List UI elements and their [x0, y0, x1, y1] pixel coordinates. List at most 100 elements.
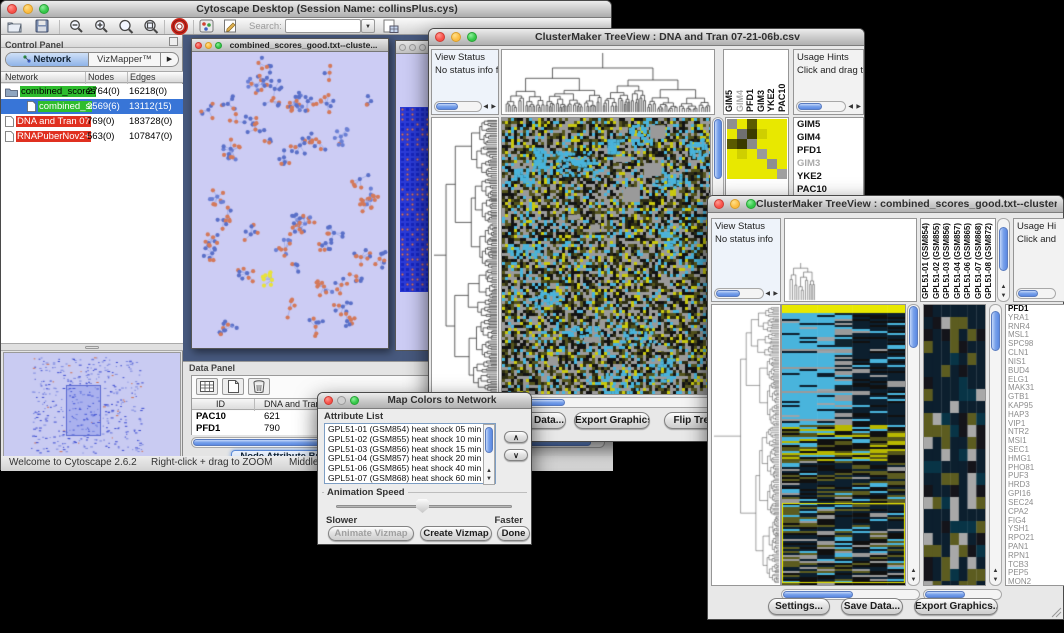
tv2-row-dendrogram[interactable] [711, 304, 781, 586]
tv2-zoom-panel[interactable] [923, 304, 986, 586]
gene-label[interactable]: MON2 [1006, 578, 1064, 586]
float-panel-icon[interactable] [169, 37, 178, 46]
scroll-left-icon[interactable]: ◀ [765, 290, 770, 298]
move-down-button[interactable]: ∨ [504, 449, 528, 461]
close-icon[interactable] [714, 199, 724, 209]
column-label[interactable]: GPL51-03 (GSM856) [942, 219, 953, 299]
attribute-list-item[interactable]: GPL51-07 (GSM868) heat shock 60 min [326, 474, 482, 484]
dense-network-canvas[interactable] [400, 107, 428, 292]
done-button[interactable]: Done [497, 526, 530, 541]
new-attribute-icon[interactable] [222, 378, 244, 395]
scroll-up-icon[interactable]: ▲ [1001, 283, 1007, 291]
tv2-hints-hscrollbar[interactable] [1016, 288, 1056, 299]
attribute-select-icon[interactable] [196, 378, 218, 395]
network-list-row[interactable]: RNAPuberNov2+563(0)107847(0) [1, 129, 183, 144]
export-graphics-button[interactable]: Export Graphics... [574, 412, 650, 429]
search-input[interactable] [285, 19, 361, 33]
column-label[interactable]: GPL51-07 (GSM868) [974, 219, 985, 299]
tv1-zoom-heatmap[interactable] [727, 119, 787, 179]
column-label[interactable]: YKE2 [766, 50, 777, 112]
close-icon[interactable] [435, 32, 445, 42]
minimize-icon[interactable] [730, 199, 740, 209]
column-label[interactable]: GIM4 [735, 50, 746, 112]
scroll-up-icon[interactable]: ▲ [993, 567, 999, 575]
tv1-heatmap[interactable] [501, 117, 711, 395]
scroll-down-icon[interactable]: ▼ [993, 576, 999, 584]
birdseye-view[interactable] [3, 352, 181, 458]
scroll-right-icon[interactable]: ▶ [491, 103, 496, 111]
window-controls[interactable] [7, 4, 49, 14]
scroll-left-icon[interactable]: ◀ [848, 103, 853, 111]
minimize-icon[interactable] [337, 396, 346, 405]
tv2-column-dendrogram[interactable] [784, 218, 917, 302]
zoom-window-icon[interactable] [746, 199, 756, 209]
minimize-icon[interactable] [409, 44, 416, 51]
panel-splitter[interactable] [1, 343, 183, 351]
search-dropdown-icon[interactable]: ▼ [361, 19, 375, 33]
close-icon[interactable] [324, 396, 333, 405]
column-label[interactable]: GPL51-08 (GSM872) [984, 219, 995, 299]
column-label[interactable]: GPL51-06 (GSM865) [963, 219, 974, 299]
row-label[interactable]: GIM5 [794, 118, 863, 131]
zoom-window-icon[interactable] [350, 396, 359, 405]
close-icon[interactable] [195, 42, 202, 49]
attribute-list-vscrollbar[interactable]: ▲▼ [483, 424, 495, 485]
row-label[interactable]: PFD1 [794, 144, 863, 157]
column-label[interactable]: GPL51-04 (GSM857) [953, 219, 964, 299]
scroll-down-icon[interactable]: ▼ [486, 475, 492, 483]
tv1-hints-hscrollbar[interactable] [796, 101, 846, 112]
minimize-icon[interactable] [451, 32, 461, 42]
move-up-button[interactable]: ∧ [504, 431, 528, 443]
network-list-row[interactable]: combined_scores_2764(0)16218(0) [1, 84, 183, 99]
row-label[interactable]: YKE2 [794, 170, 863, 183]
close-icon[interactable] [7, 4, 17, 14]
tab-overflow-icon[interactable]: ▶ [160, 53, 178, 66]
network-view-titlebar[interactable]: combined_scores_good.txt--cluste... [192, 39, 388, 52]
delete-attribute-icon[interactable] [248, 378, 270, 395]
dialog-titlebar[interactable]: Map Colors to Network [318, 393, 531, 409]
tv2-labels-vscrollbar[interactable]: ▲▼ [997, 218, 1010, 302]
settings-button[interactable]: Settings... [768, 598, 830, 615]
scroll-down-icon[interactable]: ▼ [1001, 292, 1007, 300]
animate-vizmap-button[interactable]: Animate Vizmap [328, 526, 414, 541]
column-label[interactable]: GPL51-02 (GSM855) [932, 219, 943, 299]
scroll-up-icon[interactable]: ▲ [911, 567, 917, 575]
close-icon[interactable] [399, 44, 406, 51]
speed-slider-thumb[interactable] [416, 499, 429, 513]
network-list-row[interactable]: combined_sco2569(6)13112(15) [1, 99, 183, 114]
column-label[interactable]: GIM5 [724, 50, 735, 112]
row-label[interactable]: GIM4 [794, 131, 863, 144]
zoom-window-icon[interactable] [467, 32, 477, 42]
tv2-heatmap[interactable] [781, 304, 906, 586]
resize-grip-icon[interactable] [1050, 606, 1062, 618]
minimize-icon[interactable] [205, 42, 212, 49]
column-label[interactable]: GIM3 [756, 50, 767, 112]
create-vizmap-button[interactable]: Create Vizmap [420, 526, 492, 541]
tv2-heatmap-vscrollbar[interactable]: ▲▼ [907, 304, 920, 586]
tab-vizmapper[interactable]: VizMapper™ [89, 53, 160, 66]
minimize-icon[interactable] [23, 4, 33, 14]
zoom-window-icon[interactable] [419, 44, 426, 51]
tv1-row-dendrogram[interactable] [431, 117, 499, 395]
scroll-down-icon[interactable]: ▼ [911, 576, 917, 584]
treeview2-titlebar[interactable]: ClusterMaker TreeView : combined_scores_… [708, 196, 1063, 213]
zoom-window-icon[interactable] [215, 42, 222, 49]
column-label[interactable]: GPL51-01 (GSM854) [921, 219, 932, 299]
tv1-column-dendrogram[interactable] [501, 49, 715, 115]
scroll-left-icon[interactable]: ◀ [483, 103, 488, 111]
export-graphics-button[interactable]: Export Graphics... [914, 598, 998, 615]
column-label[interactable]: PFD1 [745, 50, 756, 112]
scroll-up-icon[interactable]: ▲ [486, 467, 492, 475]
save-data-button[interactable]: Save Data... [841, 598, 903, 615]
scroll-right-icon[interactable]: ▶ [856, 103, 861, 111]
treeview1-titlebar[interactable]: ClusterMaker TreeView : DNA and Tran 07-… [429, 29, 864, 46]
network-canvas[interactable] [192, 52, 388, 348]
network-list-row[interactable]: DNA and Tran 07769(0)183728(0) [1, 114, 183, 129]
row-label[interactable]: GIM3 [794, 157, 863, 170]
tv2-status-hscrollbar[interactable] [714, 288, 764, 299]
main-titlebar[interactable]: Cytoscape Desktop (Session Name: collins… [1, 1, 611, 18]
tab-network[interactable]: Network [6, 53, 89, 66]
tv2-zoom-vscrollbar[interactable]: ▲▼ [989, 304, 1002, 586]
zoom-window-icon[interactable] [39, 4, 49, 14]
column-label[interactable]: PAC10 [777, 50, 788, 112]
